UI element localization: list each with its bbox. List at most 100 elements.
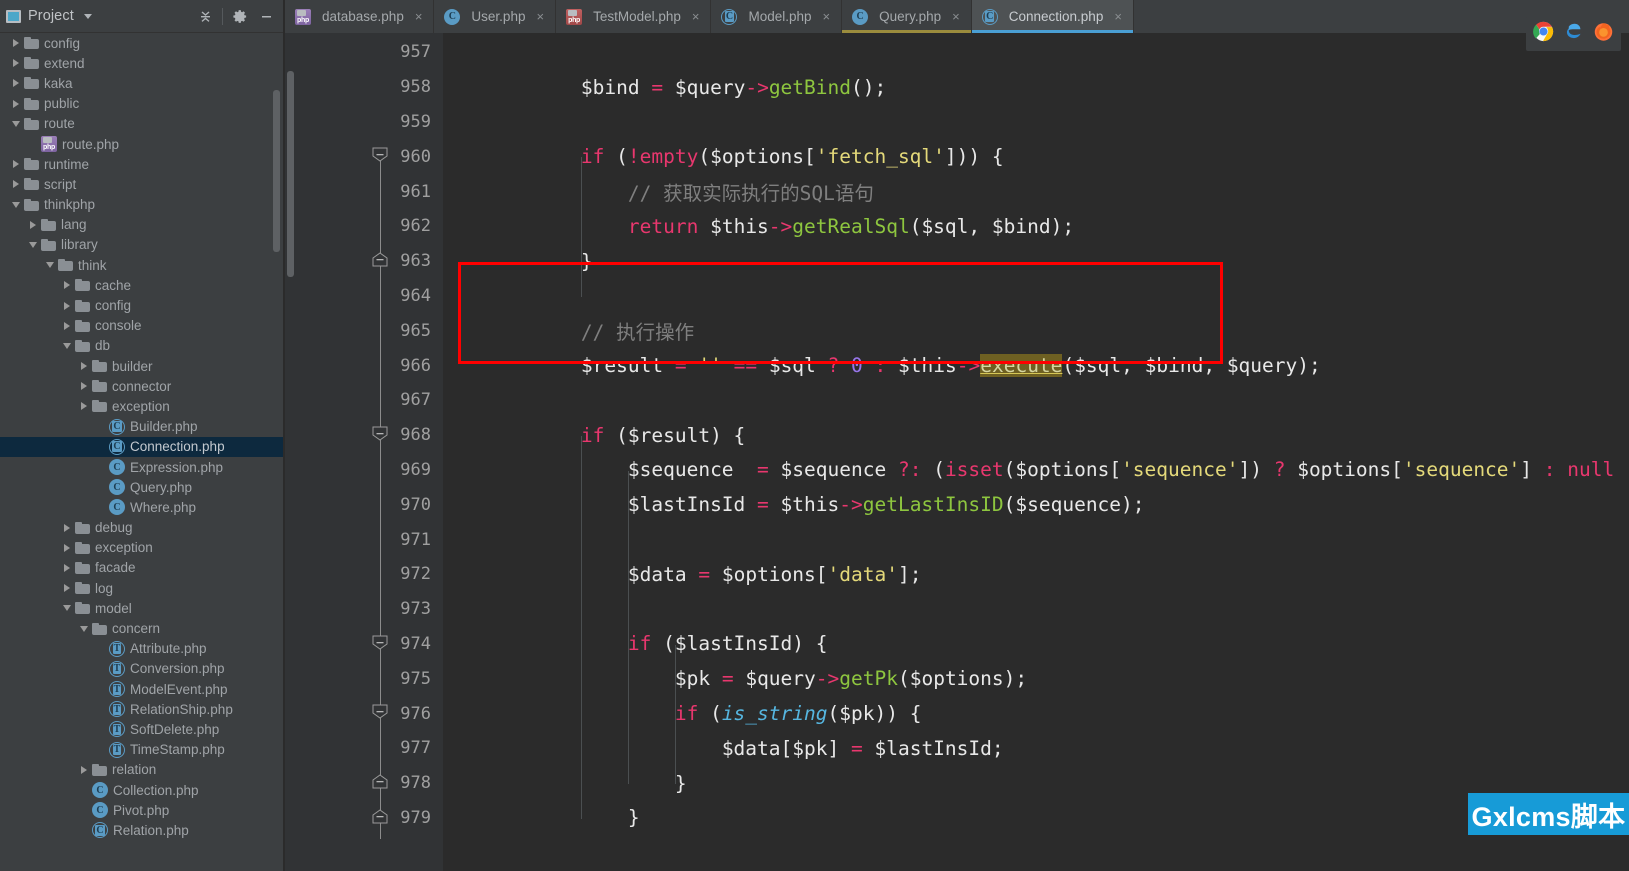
tree-folder-item[interactable]: think — [0, 255, 285, 275]
tree-file-item[interactable]: T TimeStamp.php — [0, 740, 285, 760]
tree-file-item[interactable]: php route.php — [0, 134, 285, 154]
code-line[interactable] — [443, 35, 1629, 70]
chevron-right-icon[interactable] — [81, 765, 87, 774]
code-line[interactable] — [443, 105, 1629, 140]
tree-expander[interactable] — [25, 220, 41, 229]
project-tree[interactable]: config extend kaka public route php route.php r… — [0, 33, 285, 871]
tree-folder-item[interactable]: console — [0, 316, 285, 336]
tree-expander[interactable] — [8, 120, 24, 127]
code-line[interactable]: $pk = $query -> getPk($options); — [443, 661, 1629, 696]
chevron-right-icon[interactable] — [81, 402, 87, 411]
tree-file-item[interactable]: C Relation.php — [0, 820, 285, 840]
chevron-down-icon[interactable] — [12, 120, 20, 127]
tree-expander[interactable] — [8, 59, 24, 68]
tree-folder-item[interactable]: exception — [0, 538, 285, 558]
chevron-down-icon[interactable] — [12, 201, 20, 208]
code-line[interactable]: // 获取实际执行的SQL语句 — [443, 174, 1629, 209]
tree-expander[interactable] — [59, 321, 75, 330]
chevron-right-icon[interactable] — [13, 39, 19, 48]
line-number-gutter[interactable]: 957 958 959 960 961 962 963 964 965 966 967 968 969 9… — [285, 33, 443, 871]
tree-folder-item[interactable]: exception — [0, 396, 285, 416]
close-icon[interactable]: × — [415, 10, 423, 23]
tree-expander[interactable] — [76, 625, 92, 632]
tree-folder-item[interactable]: extend — [0, 53, 285, 73]
tree-folder-item[interactable]: model — [0, 598, 285, 618]
close-icon[interactable]: × — [1114, 10, 1122, 23]
editor-tab-bar[interactable]: php database.php × C User.php × php TestModel.p… — [285, 0, 1629, 33]
tree-expander[interactable] — [25, 241, 41, 248]
tree-expander[interactable] — [59, 342, 75, 349]
tree-file-item[interactable]: C Where.php — [0, 497, 285, 517]
browser-launcher-bar[interactable] — [1526, 17, 1621, 51]
chevron-right-icon[interactable] — [64, 523, 70, 532]
tree-expander[interactable] — [76, 402, 92, 411]
tree-expander[interactable] — [8, 160, 24, 169]
fold-toggle-up[interactable] — [372, 252, 388, 267]
tree-expander[interactable] — [59, 523, 75, 532]
tree-folder-item[interactable]: public — [0, 94, 285, 114]
tree-file-item[interactable]: C Expression.php — [0, 457, 285, 477]
code-line[interactable] — [443, 279, 1629, 314]
tree-file-item[interactable]: C Connection.php — [0, 436, 285, 457]
code-line[interactable]: $result = '' == $sql ? 0 : $this -> execut… — [443, 348, 1629, 383]
close-icon[interactable]: × — [692, 10, 700, 23]
code-line[interactable]: if ($result) { — [443, 418, 1629, 453]
project-tree-scrollbar[interactable] — [273, 90, 280, 252]
tree-expander[interactable] — [59, 543, 75, 552]
fold-toggle-down[interactable] — [372, 426, 388, 441]
tree-file-item[interactable]: C Query.php — [0, 477, 285, 497]
tree-expander[interactable] — [76, 765, 92, 774]
tree-file-item[interactable]: C Builder.php — [0, 417, 285, 437]
chevron-right-icon[interactable] — [64, 321, 70, 330]
tree-expander[interactable] — [42, 262, 58, 269]
collapse-all-button[interactable] — [192, 3, 218, 29]
chevron-right-icon[interactable] — [64, 563, 70, 572]
code-line[interactable] — [443, 592, 1629, 627]
tree-expander[interactable] — [59, 281, 75, 290]
code-line[interactable]: } — [443, 244, 1629, 279]
tree-folder-item[interactable]: cache — [0, 275, 285, 295]
tree-expander[interactable] — [76, 362, 92, 371]
chevron-right-icon[interactable] — [30, 220, 36, 229]
code-line[interactable] — [443, 522, 1629, 557]
chevron-right-icon[interactable] — [13, 99, 19, 108]
tree-expander[interactable] — [59, 584, 75, 593]
tree-folder-item[interactable]: library — [0, 235, 285, 255]
project-tool-window-button[interactable]: Project — [6, 8, 192, 24]
tree-expander[interactable] — [59, 301, 75, 310]
chrome-icon[interactable] — [1533, 21, 1554, 47]
editor-vertical-scrollbar[interactable] — [287, 71, 294, 277]
code-line[interactable]: if (! empty($options['fetch_sql'])) { — [443, 139, 1629, 174]
tree-file-item[interactable]: T Attribute.php — [0, 639, 285, 659]
tree-folder-item[interactable]: relation — [0, 760, 285, 780]
code-line[interactable]: $data[$pk] = $lastInsId; — [443, 731, 1629, 766]
tree-expander[interactable] — [8, 201, 24, 208]
chevron-right-icon[interactable] — [13, 59, 19, 68]
code-line[interactable]: } — [443, 766, 1629, 801]
editor-tab[interactable]: C Connection.php × — [971, 0, 1134, 33]
fold-toggle-down[interactable] — [372, 147, 388, 163]
tree-folder-item[interactable]: builder — [0, 356, 285, 376]
tree-file-item[interactable]: C Pivot.php — [0, 800, 285, 820]
tree-folder-item[interactable]: script — [0, 174, 285, 194]
tree-folder-item[interactable]: connector — [0, 376, 285, 396]
code-line[interactable]: $data = $options['data']; — [443, 557, 1629, 592]
editor-tab[interactable]: C Model.php × — [711, 0, 843, 33]
tree-folder-item[interactable]: db — [0, 336, 285, 356]
chevron-right-icon[interactable] — [81, 362, 87, 371]
fold-toggle-up[interactable] — [372, 774, 388, 789]
chevron-right-icon[interactable] — [64, 584, 70, 593]
code-line[interactable]: return $this -> getRealSql($sql, $bind); — [443, 209, 1629, 244]
code-line[interactable]: $bind = $query -> getBind (); — [443, 70, 1629, 105]
code-line[interactable]: } — [443, 801, 1629, 836]
fold-toggle-down[interactable] — [372, 704, 388, 719]
tree-expander[interactable] — [59, 563, 75, 572]
close-icon[interactable]: × — [952, 10, 960, 23]
chevron-right-icon[interactable] — [81, 382, 87, 391]
tree-folder-item[interactable]: concern — [0, 618, 285, 638]
tree-expander[interactable] — [8, 99, 24, 108]
tree-folder-item[interactable]: runtime — [0, 154, 285, 174]
settings-button[interactable] — [227, 3, 253, 29]
firefox-icon[interactable] — [1593, 21, 1614, 47]
tree-folder-item[interactable]: config — [0, 33, 285, 53]
